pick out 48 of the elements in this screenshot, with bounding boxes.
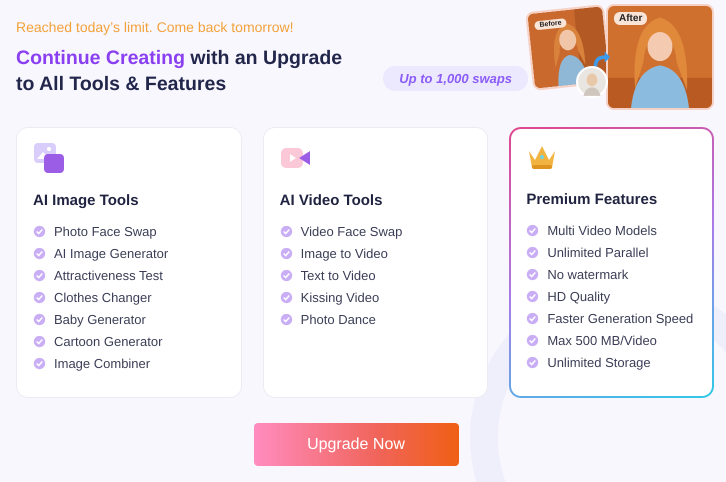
check-icon	[280, 312, 293, 326]
avatar-icon	[576, 66, 608, 98]
feature-label: Text to Video	[300, 268, 376, 282]
feature-label: Image to Video	[300, 246, 388, 260]
feature-label: Photo Dance	[300, 312, 376, 326]
feature-label: Attractiveness Test	[54, 268, 163, 282]
check-icon	[280, 246, 293, 260]
swaps-badge: Up to 1,000 swaps	[383, 66, 528, 91]
check-icon	[280, 268, 293, 282]
check-icon	[526, 334, 540, 346]
upgrade-button[interactable]: Upgrade Now	[254, 423, 458, 466]
feature-label: Faster Generation Speed	[547, 310, 694, 326]
card-title: AI Video Tools	[280, 192, 384, 209]
feature-label: HD Quality	[547, 288, 610, 304]
after-label: After	[614, 12, 648, 25]
feature-label: Baby Generator	[54, 312, 146, 326]
limit-notice: Reached today’s limit. Come back tomorrow!	[16, 19, 295, 35]
feature-label: Unlimited Storage	[547, 354, 651, 370]
card-title: AI Image Tools	[33, 192, 140, 209]
check-icon	[33, 290, 46, 304]
check-icon	[33, 268, 46, 282]
check-icon	[526, 312, 540, 324]
check-icon	[526, 356, 540, 368]
feature-label: No watermark	[547, 266, 628, 282]
feature-label: Max 500 MB/Video	[547, 332, 657, 348]
check-icon	[280, 290, 293, 304]
check-icon	[526, 246, 540, 258]
check-icon	[33, 356, 46, 370]
feature-label: Photo Face Swap	[54, 224, 157, 238]
check-icon	[33, 334, 46, 348]
check-icon	[526, 268, 540, 280]
feature-label: Video Face Swap	[300, 224, 402, 238]
headline: Continue Creating with an Upgrade to All Tools & Features	[16, 46, 344, 97]
feature-label: Clothes Changer	[54, 290, 152, 304]
check-icon	[526, 224, 540, 236]
feature-label: Cartoon Generator	[54, 334, 162, 348]
check-icon	[526, 290, 540, 302]
check-icon	[280, 224, 293, 238]
feature-label: Kissing Video	[300, 290, 380, 304]
check-icon	[33, 224, 46, 238]
feature-label: Multi Video Models	[547, 222, 657, 238]
check-icon	[33, 246, 46, 260]
image-icon	[33, 142, 65, 174]
card-title: Premium Features	[526, 191, 658, 208]
feature-label: Unlimited Parallel	[547, 244, 648, 260]
check-icon	[33, 312, 46, 326]
feature-label: AI Image Generator	[54, 246, 168, 260]
feature-label: Image Combiner	[54, 356, 150, 370]
